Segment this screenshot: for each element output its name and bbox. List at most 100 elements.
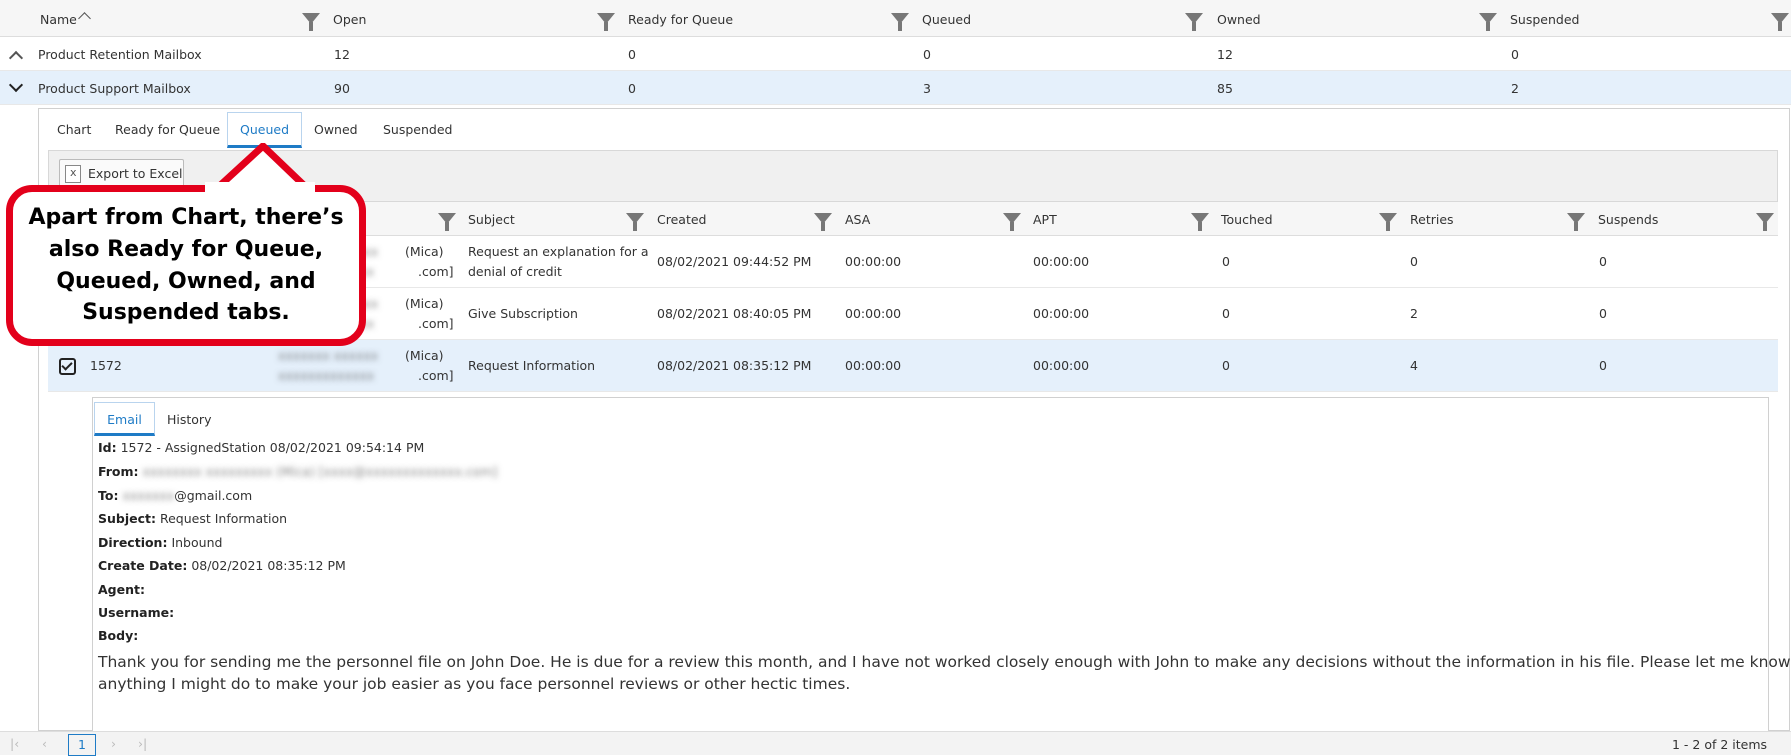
table-row[interactable]: Product Support Mailbox 90 0 3 85 2 — [0, 71, 1791, 105]
export-label: Export to Excel — [88, 166, 183, 181]
apt: 00:00:00 — [1033, 306, 1090, 321]
page-number-button[interactable]: 1 — [68, 734, 96, 756]
column-header-suspended[interactable]: Suspended — [1510, 12, 1579, 27]
subject: Request an explanation for a — [468, 244, 649, 259]
suspends: 0 — [1599, 306, 1607, 321]
suspended-count: 2 — [1511, 81, 1519, 96]
email-id-field: Id: 1572 - AssignedStation 08/02/2021 09… — [98, 440, 425, 455]
filter-icon[interactable] — [891, 13, 909, 31]
suspends: 0 — [1599, 358, 1607, 373]
email-body-label: Body: — [98, 628, 139, 643]
tab-chart[interactable]: Chart — [57, 122, 91, 137]
table-row[interactable]: Product Retention Mailbox 12 0 0 12 0 — [0, 37, 1791, 71]
filter-icon[interactable] — [438, 213, 456, 231]
sort-ascending-icon — [78, 12, 91, 25]
created: 08/02/2021 09:44:52 PM — [657, 254, 812, 269]
chevron-down-icon[interactable] — [8, 77, 24, 93]
column-header-retries[interactable]: Retries — [1410, 212, 1454, 227]
apt: 00:00:00 — [1033, 254, 1090, 269]
prev-page-icon[interactable]: ‹ — [42, 736, 47, 751]
created: 08/02/2021 08:35:12 PM — [657, 358, 812, 373]
column-header-asa[interactable]: ASA — [845, 212, 870, 227]
filter-icon[interactable] — [1567, 213, 1585, 231]
asa: 00:00:00 — [845, 254, 902, 269]
tab-suspended[interactable]: Suspended — [383, 122, 452, 137]
pager-summary: 1 - 2 of 2 items — [1672, 737, 1768, 752]
column-header-suspends[interactable]: Suspends — [1598, 212, 1658, 227]
table-row[interactable]: 1572 xxxxxxx xxxxxx (Mica) xxxxxxxxxxxxx… — [48, 340, 1778, 392]
from-suffix: (Mica) — [405, 348, 444, 363]
retries: 4 — [1410, 358, 1418, 373]
touched: 0 — [1222, 254, 1230, 269]
from-suffix: .com] — [418, 264, 454, 279]
column-header-queued[interactable]: Queued — [922, 12, 971, 27]
email-username-field: Username: — [98, 605, 175, 620]
email-body-text: anything I might do to make your job eas… — [98, 675, 851, 693]
column-header-created[interactable]: Created — [657, 212, 706, 227]
column-header-touched[interactable]: Touched — [1221, 212, 1273, 227]
tab-ready-for-queue[interactable]: Ready for Queue — [115, 122, 220, 137]
filter-icon[interactable] — [1379, 213, 1397, 231]
queued-count: 3 — [923, 81, 931, 96]
column-header-subject[interactable]: Subject — [468, 212, 515, 227]
callout-pointer-cover — [205, 182, 315, 198]
filter-icon[interactable] — [1185, 13, 1203, 31]
excel-icon — [65, 165, 81, 183]
email-create-date-field: Create Date: 08/02/2021 08:35:12 PM — [98, 558, 346, 573]
filter-icon[interactable] — [1191, 213, 1209, 231]
retries: 2 — [1410, 306, 1418, 321]
ready-count: 0 — [628, 47, 636, 62]
subject: denial of credit — [468, 264, 562, 279]
filter-icon[interactable] — [597, 13, 615, 31]
suspends: 0 — [1599, 254, 1607, 269]
tab-owned[interactable]: Owned — [314, 122, 358, 137]
filter-icon[interactable] — [1479, 13, 1497, 31]
filter-icon[interactable] — [626, 213, 644, 231]
touched: 0 — [1222, 358, 1230, 373]
checkbox-checked-icon[interactable] — [59, 358, 76, 375]
tab-history[interactable]: History — [167, 412, 211, 427]
tab-email[interactable]: Email — [94, 402, 155, 436]
owned-count: 85 — [1217, 81, 1233, 96]
first-page-icon[interactable]: |‹ — [10, 736, 19, 751]
chevron-up-icon[interactable] — [8, 50, 24, 66]
asa: 00:00:00 — [845, 306, 902, 321]
ready-count: 0 — [628, 81, 636, 96]
last-page-icon[interactable]: ›| — [138, 736, 147, 751]
column-header-name[interactable]: Name — [40, 12, 77, 27]
filter-icon[interactable] — [302, 13, 320, 31]
queued-count: 0 — [923, 47, 931, 62]
from-redacted: xxxxxxx xxxxxx — [278, 348, 379, 363]
subject: Request Information — [468, 358, 596, 373]
touched: 0 — [1222, 306, 1230, 321]
filter-icon[interactable] — [814, 213, 832, 231]
owned-count: 12 — [1217, 47, 1233, 62]
email-from-field: From: xxxxxxxx xxxxxxxxx (Mica) [xxxx@xx… — [98, 464, 498, 479]
apt: 00:00:00 — [1033, 358, 1090, 373]
pager: |‹ ‹ 1 › ›| 1 - 2 of 2 items — [0, 731, 1791, 756]
next-page-icon[interactable]: › — [111, 736, 116, 751]
mailbox-name: Product Retention Mailbox — [38, 47, 202, 62]
from-suffix: (Mica) — [405, 244, 444, 259]
from-suffix: .com] — [418, 316, 454, 331]
email-agent-field: Agent: — [98, 582, 145, 597]
asa: 00:00:00 — [845, 358, 902, 373]
from-suffix: .com] — [418, 368, 454, 383]
column-header-apt[interactable]: APT — [1033, 212, 1057, 227]
callout-text: Apart from Chart, there’s also Ready for… — [28, 204, 344, 326]
open-count: 90 — [334, 81, 350, 96]
column-header-open[interactable]: Open — [333, 12, 366, 27]
column-header-owned[interactable]: Owned — [1217, 12, 1261, 27]
filter-icon[interactable] — [1756, 213, 1774, 231]
filter-icon[interactable] — [1771, 13, 1789, 31]
item-id: 1572 — [90, 358, 122, 373]
from-suffix: (Mica) — [405, 296, 444, 311]
column-header-ready[interactable]: Ready for Queue — [628, 12, 733, 27]
email-body-text: Thank you for sending me the personnel f… — [98, 653, 1791, 671]
export-to-excel-button[interactable]: Export to Excel — [59, 159, 184, 187]
subject: Give Subscription — [468, 306, 578, 321]
filter-icon[interactable] — [1003, 213, 1021, 231]
open-count: 12 — [334, 47, 350, 62]
from-redacted: xxxxxxxxxxxxx — [278, 368, 375, 383]
created: 08/02/2021 08:40:05 PM — [657, 306, 812, 321]
